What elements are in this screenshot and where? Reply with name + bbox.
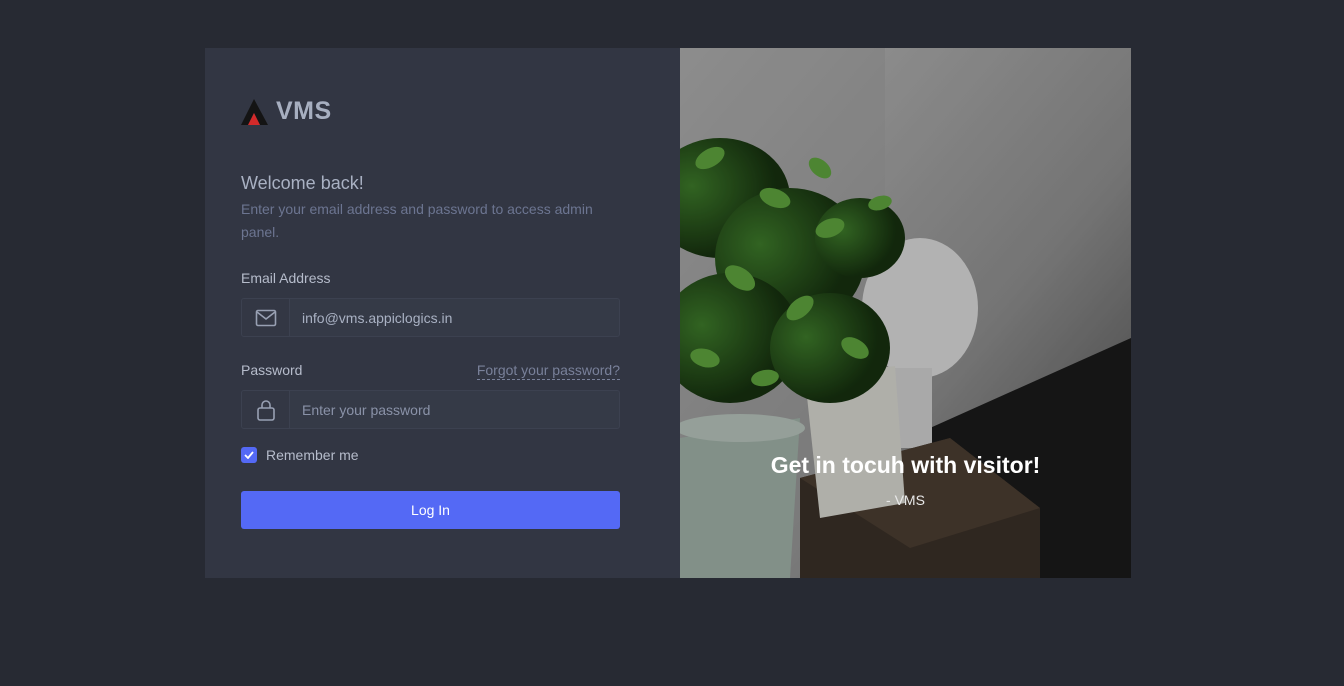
email-addon — [242, 299, 290, 336]
login-card: VMS Welcome back! Enter your email addre… — [205, 48, 1131, 578]
email-label: Email Address — [241, 270, 331, 286]
password-addon — [242, 391, 290, 428]
password-input-group — [241, 390, 620, 429]
login-panel: VMS Welcome back! Enter your email addre… — [205, 48, 680, 578]
brand-name: VMS — [276, 97, 332, 125]
mail-icon — [255, 309, 276, 326]
vms-logo-icon — [241, 98, 268, 125]
lock-icon — [256, 399, 275, 421]
remember-me[interactable]: Remember me — [241, 447, 359, 463]
email-field[interactable] — [290, 299, 619, 336]
remember-checkbox[interactable] — [241, 447, 257, 463]
hero-quote: Get in tocuh with visitor! — [770, 452, 1041, 478]
check-icon — [244, 451, 254, 459]
hero-quote-author: - VMS — [886, 492, 925, 508]
hero-panel: Get in tocuh with visitor! - VMS — [680, 48, 1131, 578]
page-title: Welcome back! — [241, 173, 364, 193]
login-button[interactable]: Log In — [241, 491, 620, 529]
brand-logo[interactable]: VMS — [241, 97, 332, 126]
password-field[interactable] — [290, 391, 619, 428]
email-input-group — [241, 298, 620, 337]
password-label: Password — [241, 362, 303, 378]
forgot-password-link[interactable]: Forgot your password? — [476, 362, 620, 380]
page-subtitle: Enter your email address and password to… — [241, 201, 593, 240]
remember-label: Remember me — [266, 447, 359, 463]
